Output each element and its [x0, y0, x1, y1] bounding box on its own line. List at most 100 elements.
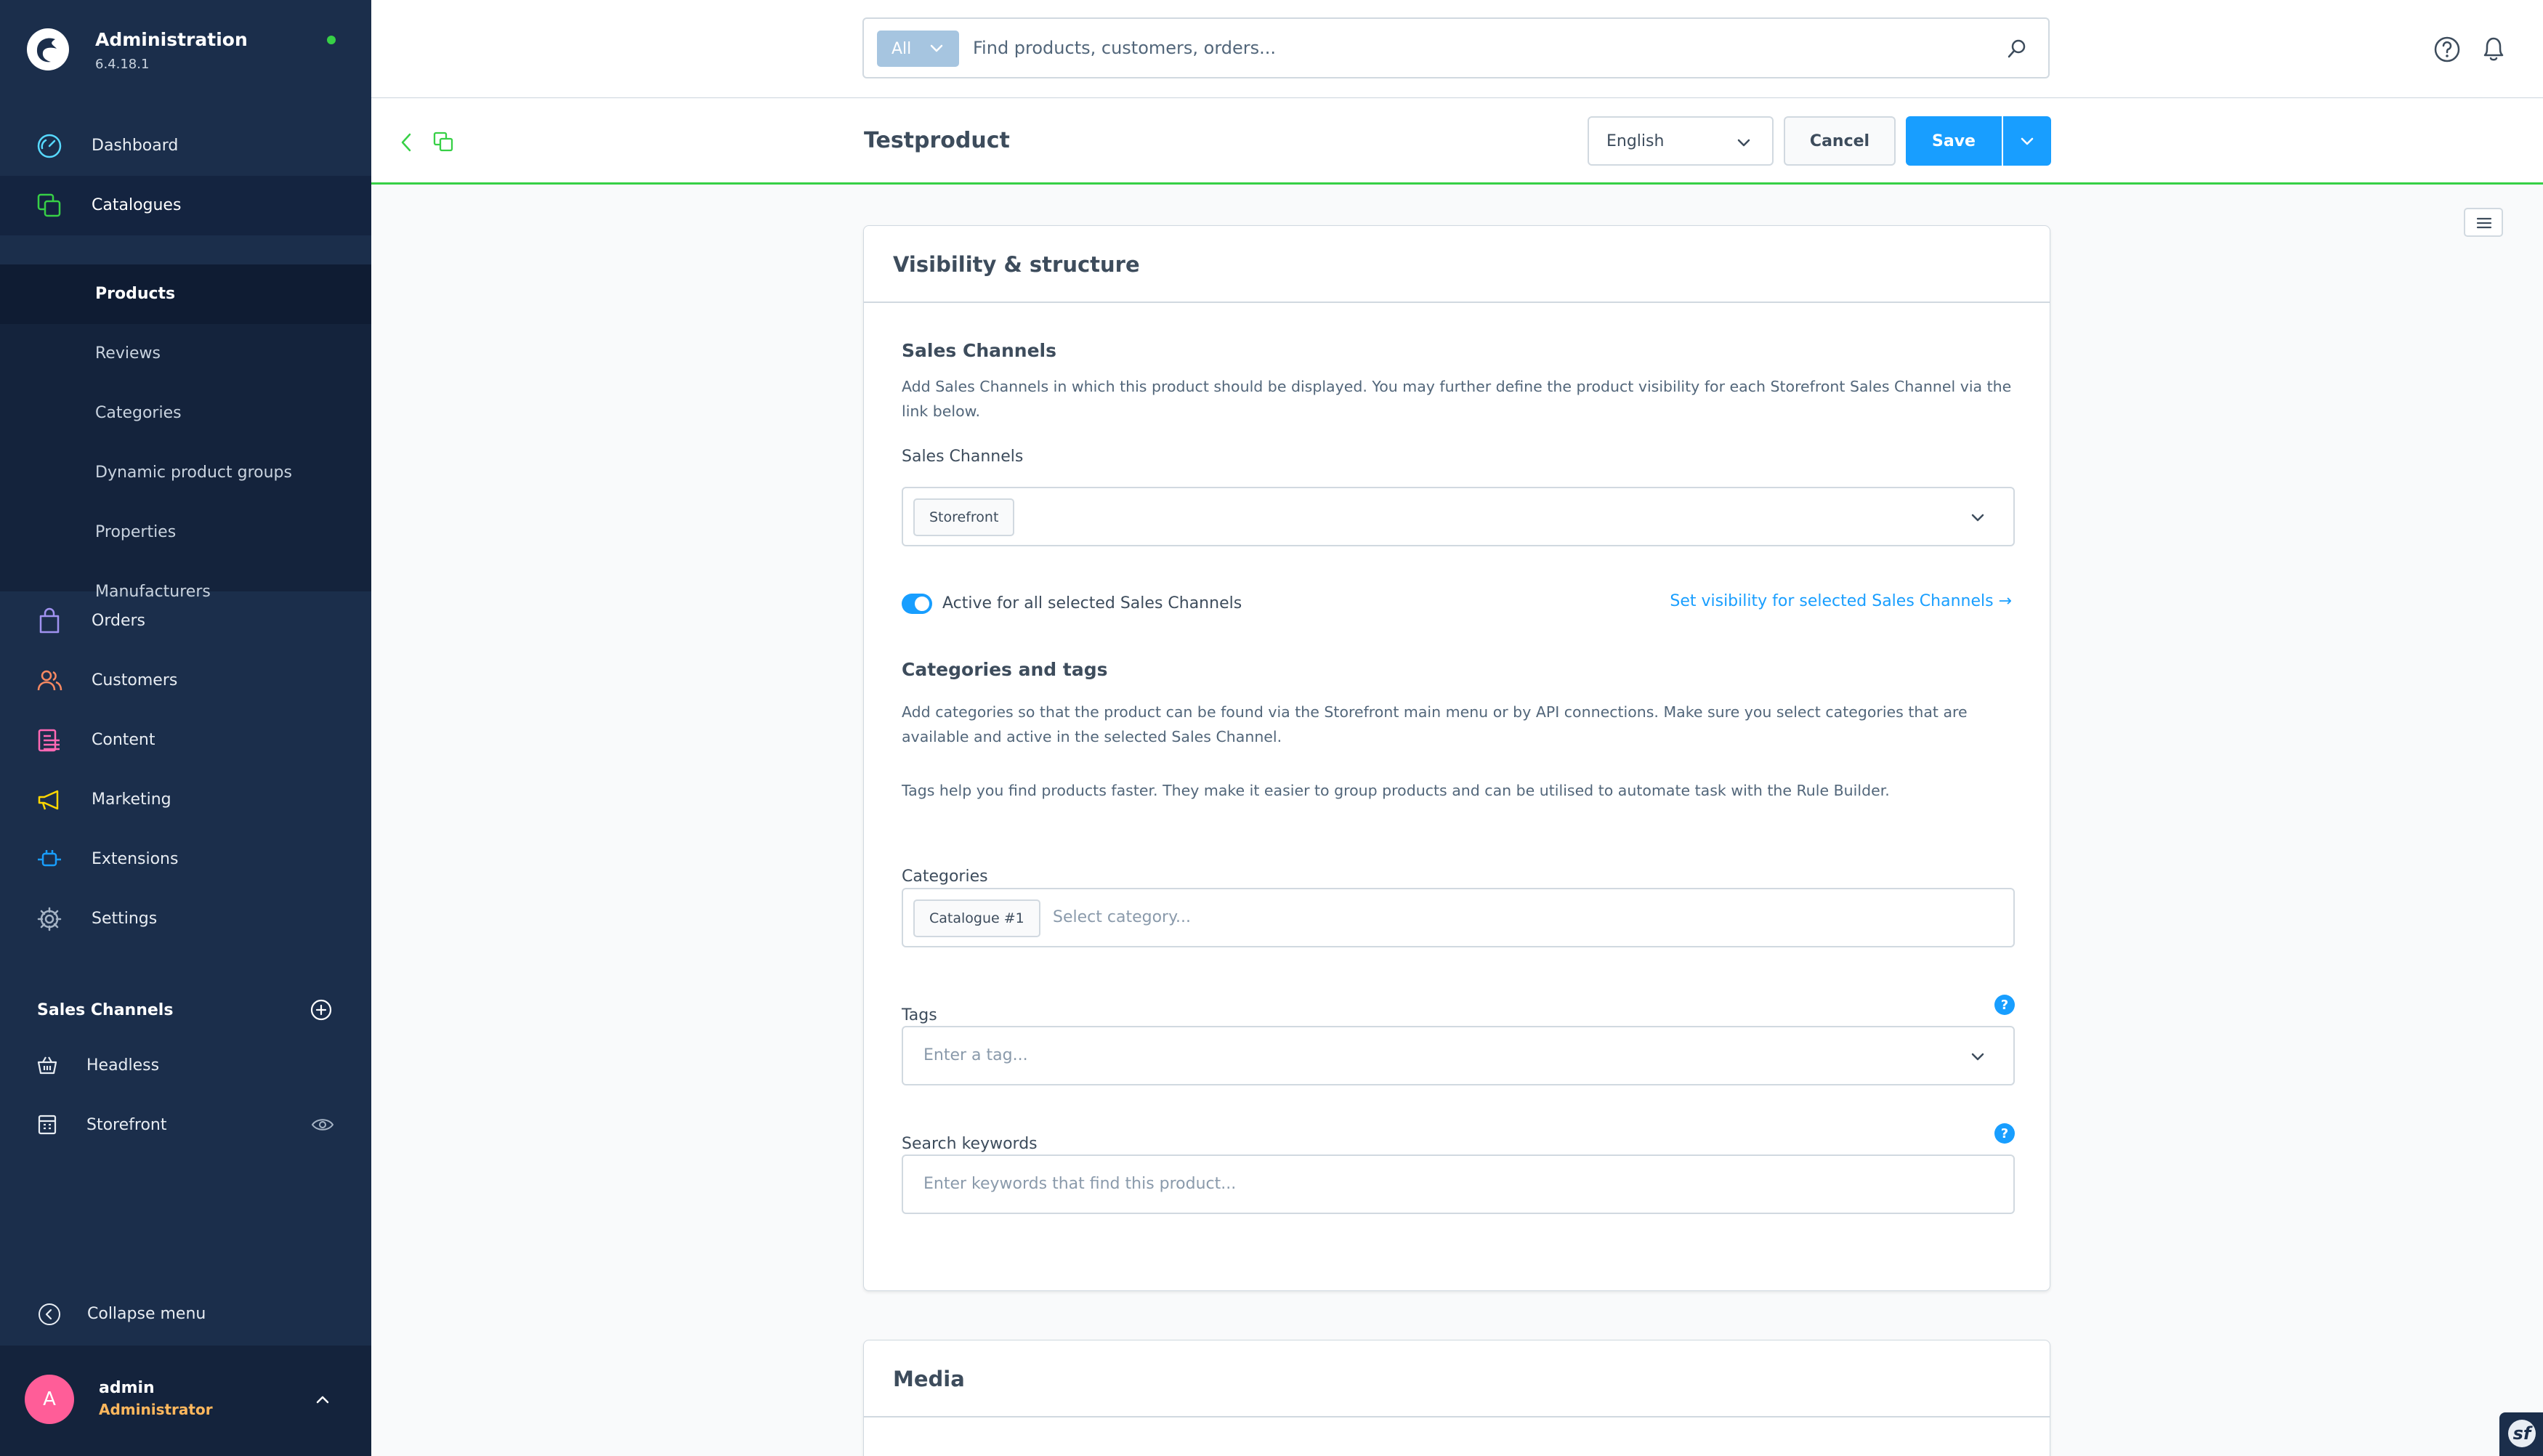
app-version: 6.4.18.1 [95, 57, 150, 72]
tags-label: Tags [902, 1006, 937, 1024]
tags-help-text: Tags help you find products faster. They… [902, 782, 1890, 799]
smart-bar: Testproduct English Cancel Save [371, 99, 2543, 185]
chevron-left-circle-icon [39, 1303, 60, 1325]
language-select-value: English [1606, 132, 1665, 150]
shopping-bag-icon [39, 607, 60, 634]
content-icon [38, 729, 60, 752]
sales-channel-headless[interactable]: Headless [0, 1038, 371, 1096]
user-menu[interactable]: A admin Administrator [0, 1346, 371, 1456]
sidebar-item-extensions[interactable]: Extensions [0, 830, 371, 889]
sidebar-subitem-reviews[interactable]: Reviews [0, 324, 371, 384]
set-visibility-link[interactable]: Set visibility for selected Sales Channe… [1670, 592, 2012, 610]
sidebar-item-label: Catalogues [92, 196, 182, 214]
sidebar-item-label: Dashboard [92, 137, 179, 155]
back-chevron-icon[interactable] [397, 131, 415, 154]
help-icon[interactable] [2433, 35, 2462, 64]
sidebar-subitem-manufacturers[interactable]: Manufacturers [0, 562, 371, 601]
language-select[interactable]: English [1588, 116, 1774, 166]
sidebar-subitem-label: Categories [95, 404, 182, 422]
visibility-structure-card: Visibility & structure Sales Channels Ad… [863, 225, 2050, 1291]
search-input[interactable] [973, 33, 1990, 62]
sales-channel-label: Headless [86, 1056, 160, 1075]
shopware-logo-icon [27, 28, 69, 70]
sidebar-subitem-label: Properties [95, 523, 177, 541]
chevron-down-icon [1971, 514, 1984, 522]
admin-sidebar: Administration 6.4.18.1 Dashboard Catalo… [0, 0, 371, 1456]
content-sidebar-toggle[interactable] [2464, 208, 2503, 237]
sidebar-item-label: Customers [92, 671, 178, 689]
sidebar-subitem-label: Products [95, 285, 176, 303]
catalogues-submenu: Products Reviews Categories Dynamic prod… [0, 264, 371, 601]
tags-input[interactable]: Enter a tag... [902, 1026, 2015, 1085]
sidebar-item-label: Extensions [92, 850, 179, 868]
sidebar-item-label: Marketing [92, 790, 171, 809]
customers-icon [37, 670, 62, 691]
search-keywords-input[interactable]: Enter keywords that find this product... [902, 1154, 2015, 1214]
status-dot-icon [327, 36, 336, 44]
sales-channels-header: Sales Channels [37, 1001, 174, 1019]
sidebar-item-catalogues[interactable]: Catalogues [0, 176, 371, 235]
sidebar-subitem-products[interactable]: Products [0, 264, 371, 324]
avatar: A [25, 1375, 74, 1424]
catalogues-icon [37, 193, 61, 217]
sidebar-item-marketing[interactable]: Marketing [0, 770, 371, 830]
hamburger-menu-icon [2476, 217, 2492, 229]
search-type-dropdown[interactable]: All [877, 31, 959, 67]
symfony-logo-icon: sf [2508, 1420, 2536, 1447]
collapse-menu-label: Collapse menu [87, 1305, 206, 1323]
app-title: Administration [95, 29, 248, 50]
sidebar-item-label: Content [92, 731, 155, 749]
sidebar-item-label: Settings [92, 910, 158, 928]
sidebar-item-settings[interactable]: Settings [0, 889, 371, 949]
card-header: Media [864, 1340, 2050, 1417]
sidebar-item-dashboard[interactable]: Dashboard [0, 116, 371, 176]
eye-icon[interactable] [311, 1116, 334, 1133]
sidebar-subitem-dynamic-product-groups[interactable]: Dynamic product groups [0, 443, 371, 503]
sidebar-item-orders[interactable]: Orders [0, 591, 371, 651]
plug-icon [38, 850, 61, 867]
sidebar-subitem-label: Dynamic product groups [95, 464, 292, 482]
card-title: Visibility & structure [893, 252, 1140, 277]
sidebar-subitem-categories[interactable]: Categories [0, 384, 371, 443]
sidebar-subitem-properties[interactable]: Properties [0, 503, 371, 562]
active-sales-channels-label: Active for all selected Sales Channels [942, 594, 1242, 612]
search-keywords-placeholder: Enter keywords that find this product... [923, 1175, 1237, 1193]
symfony-toolbar-toggle[interactable]: sf [2499, 1412, 2543, 1456]
card-title: Media [893, 1367, 965, 1391]
categories-placeholder: Select category... [1053, 908, 1191, 926]
chevron-down-icon [1971, 1053, 1984, 1061]
selected-category-chip[interactable]: Catalogue #1 [913, 899, 1040, 937]
user-role: Administrator [99, 1401, 213, 1418]
search-icon[interactable] [2006, 38, 2028, 60]
active-sales-channels-toggle[interactable] [902, 594, 932, 614]
save-button[interactable]: Save [1906, 116, 2002, 166]
sales-channels-select[interactable]: Storefront [902, 487, 2015, 546]
cancel-button[interactable]: Cancel [1784, 116, 1896, 166]
chevron-down-icon [930, 44, 943, 52]
search-keywords-label: Search keywords [902, 1135, 1038, 1153]
sales-channel-storefront[interactable]: Storefront [0, 1097, 371, 1155]
sidebar-item-content[interactable]: Content [0, 711, 371, 770]
sidebar-item-customers[interactable]: Customers [0, 651, 371, 711]
tags-help-icon[interactable]: ? [1994, 995, 2015, 1015]
sidebar-brand: Administration 6.4.18.1 [0, 0, 371, 93]
categories-select[interactable]: Catalogue #1 Select category... [902, 888, 2015, 947]
storefront-icon [38, 1115, 57, 1135]
basket-icon [37, 1056, 57, 1075]
sales-channels-help-text: Add Sales Channels in which this product… [902, 378, 2012, 420]
sidebar-subitem-label: Reviews [95, 344, 161, 363]
media-card: Media [863, 1340, 2050, 1456]
notification-bell-icon[interactable] [2479, 33, 2508, 64]
categories-help-text: Add categories so that the product can b… [902, 703, 1968, 745]
gear-icon [37, 907, 62, 931]
sales-channel-label: Storefront [86, 1116, 167, 1134]
sales-channels-section-title: Sales Channels [902, 340, 1057, 361]
add-sales-channel-plus-icon[interactable] [310, 998, 333, 1022]
search-keywords-help-icon[interactable]: ? [1994, 1123, 2015, 1144]
megaphone-icon [38, 790, 59, 810]
global-search: All [862, 17, 2050, 78]
selected-sales-channel-chip[interactable]: Storefront [913, 498, 1015, 536]
save-options-button[interactable] [2003, 116, 2051, 166]
duplicate-icon[interactable] [432, 131, 454, 153]
collapse-menu-button[interactable]: Collapse menu [0, 1286, 371, 1344]
